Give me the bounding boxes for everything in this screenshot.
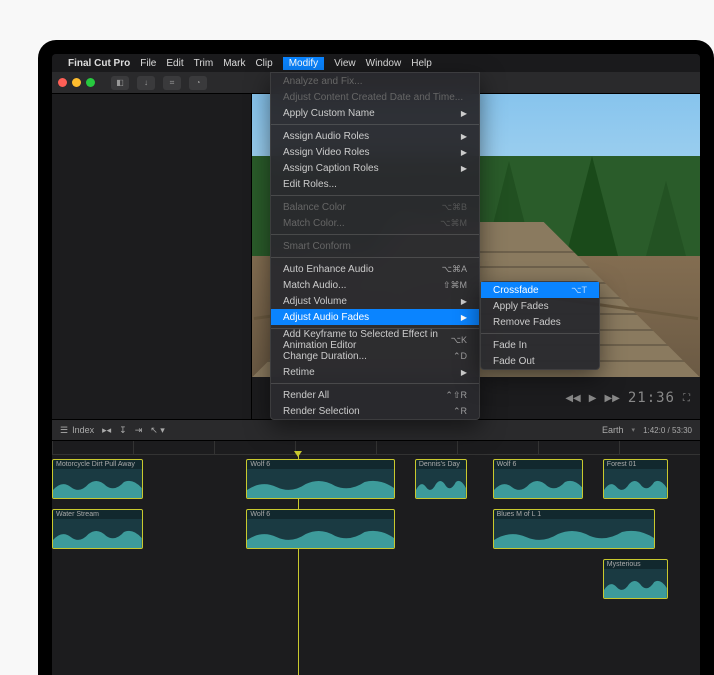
menu-item[interactable]: Render Selection⌃R xyxy=(271,403,479,419)
play-fwd-icon[interactable]: ▶▶ xyxy=(604,393,619,404)
submenu-item[interactable]: Fade Out xyxy=(481,353,599,369)
menu-item[interactable]: Auto Enhance Audio⌥⌘A xyxy=(271,261,479,277)
timeline-clip[interactable]: Water Stream xyxy=(52,509,143,549)
timeline-toolbar: ☰ Index ▸◂ ↧ ⇥ ↖ ▾ Earth ▾ 1:42:0 / 53:3… xyxy=(52,419,700,441)
fullscreen-icon[interactable]: ⛶ xyxy=(683,393,690,404)
close-button[interactable] xyxy=(58,78,67,87)
timeline-clip[interactable]: Dennis's Day xyxy=(415,459,467,499)
timeline-tracks[interactable]: Motorcycle Dirt Pull Away Water Stream Wol… xyxy=(52,455,700,675)
timeline-clip[interactable]: Motorcycle Dirt Pull Away xyxy=(52,459,143,499)
submenu-item[interactable]: Apply Fades xyxy=(481,298,599,314)
browser-panel[interactable] xyxy=(52,94,252,419)
index-button[interactable]: ☰ Index xyxy=(60,425,94,436)
submenu-item[interactable]: Fade In xyxy=(481,337,599,353)
menu-item[interactable]: Add Keyframe to Selected Effect in Anima… xyxy=(271,332,479,348)
arrow-tool-icon[interactable]: ↖ ▾ xyxy=(150,425,165,436)
menu-item[interactable]: Assign Caption Roles▶ xyxy=(271,160,479,176)
modify-menu-dropdown: Analyze and Fix...Adjust Content Created… xyxy=(270,72,480,420)
play-back-icon[interactable]: ◀◀ xyxy=(565,393,580,404)
timeline-clip[interactable]: Forest 01 xyxy=(603,459,668,499)
timeline-clip[interactable]: Wolf 6 xyxy=(246,459,395,499)
submenu-item[interactable]: Crossfade⌥T xyxy=(481,282,599,298)
submenu-item[interactable]: Remove Fades xyxy=(481,314,599,330)
menu-item: Adjust Content Created Date and Time... xyxy=(271,89,479,105)
laptop-frame: Final Cut Pro File Edit Trim Mark Clip M… xyxy=(38,40,714,675)
menu-item: Balance Color⌥⌘B xyxy=(271,199,479,215)
menu-help[interactable]: Help xyxy=(411,58,432,69)
menu-file[interactable]: File xyxy=(140,58,156,69)
menu-mark[interactable]: Mark xyxy=(223,58,245,69)
menu-item: Match Color...⌥⌘M xyxy=(271,215,479,231)
menu-edit[interactable]: Edit xyxy=(166,58,183,69)
project-duration: 1:42:0 / 53:30 xyxy=(643,426,692,435)
keyword-icon[interactable]: ⌗ xyxy=(163,76,181,90)
menu-item[interactable]: Adjust Volume▶ xyxy=(271,293,479,309)
project-name[interactable]: Earth xyxy=(602,425,624,435)
maximize-button[interactable] xyxy=(86,78,95,87)
timecode-display: 21:36 xyxy=(628,390,675,406)
menu-item[interactable]: Assign Video Roles▶ xyxy=(271,144,479,160)
app-name[interactable]: Final Cut Pro xyxy=(68,58,130,69)
menu-item[interactable]: Render All⌃⇧R xyxy=(271,387,479,403)
insert-icon[interactable]: ↧ xyxy=(119,425,127,436)
menu-item[interactable]: Adjust Audio Fades▶ xyxy=(271,309,479,325)
append-icon[interactable]: ⇥ xyxy=(135,425,143,436)
menu-item: Analyze and Fix... xyxy=(271,73,479,89)
menu-item[interactable]: Retime▶ xyxy=(271,364,479,380)
menu-item: Smart Conform xyxy=(271,238,479,254)
menu-window[interactable]: Window xyxy=(366,58,402,69)
window-controls xyxy=(58,78,95,87)
menu-item[interactable]: Apply Custom Name▶ xyxy=(271,105,479,121)
menu-modify[interactable]: Modify xyxy=(283,57,324,70)
menu-view[interactable]: View xyxy=(334,58,356,69)
import-icon[interactable]: ↓ xyxy=(137,76,155,90)
menu-trim[interactable]: Trim xyxy=(194,58,214,69)
menu-item[interactable]: Edit Roles... xyxy=(271,176,479,192)
timeline-clip[interactable]: Mysterious xyxy=(603,559,668,599)
adjust-audio-fades-submenu: Crossfade⌥TApply FadesRemove Fades Fade I… xyxy=(480,281,600,370)
menu-item[interactable]: Match Audio...⇧⌘M xyxy=(271,277,479,293)
library-toggle-icon[interactable]: ◧ xyxy=(111,76,129,90)
timeline[interactable]: Motorcycle Dirt Pull Away Water Stream Wol… xyxy=(52,441,700,675)
trim-tool-icon[interactable]: ▸◂ xyxy=(102,425,111,436)
app-screen: Final Cut Pro File Edit Trim Mark Clip M… xyxy=(52,54,700,675)
play-icon[interactable]: ▶ xyxy=(589,393,597,404)
timeline-clip[interactable]: Wolf 6 xyxy=(493,459,584,499)
minimize-button[interactable] xyxy=(72,78,81,87)
timeline-clip[interactable]: Blues M of L 1 xyxy=(493,509,655,549)
menubar: Final Cut Pro File Edit Trim Mark Clip M… xyxy=(52,54,700,72)
menu-clip[interactable]: Clip xyxy=(255,58,272,69)
timeline-ruler[interactable] xyxy=(52,441,700,455)
menu-item[interactable]: Assign Audio Roles▶ xyxy=(271,128,479,144)
render-icon[interactable]: ◔ xyxy=(189,76,207,90)
timeline-clip[interactable]: Wolf 6 xyxy=(246,509,395,549)
